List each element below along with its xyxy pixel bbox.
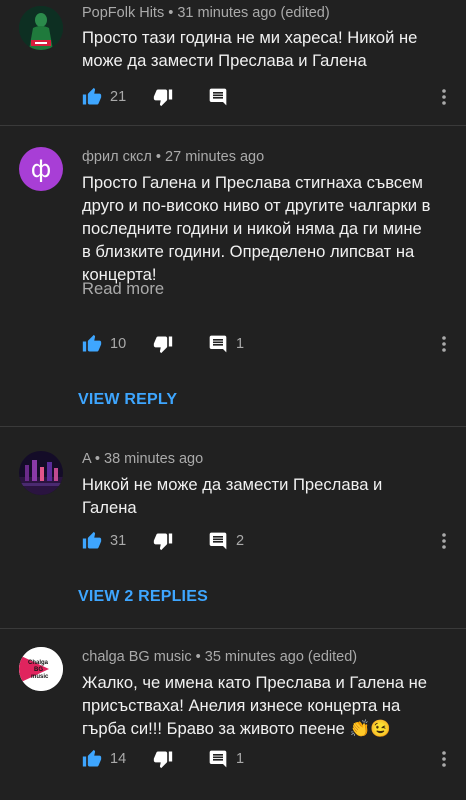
reply-count: 1 (236, 336, 245, 352)
dislike-button[interactable] (153, 332, 173, 356)
like-count: 10 (110, 336, 127, 352)
avatar[interactable]: Chalga BG music (19, 647, 63, 691)
comment-text: Просто тази година не ми хареса! Никой н… (82, 28, 418, 70)
view-replies-button[interactable]: VIEW 2 REPLIES (78, 588, 208, 606)
thumb-up-icon (82, 87, 102, 107)
thumb-down-icon (153, 334, 173, 354)
comment-text: Жалко, че имена като Преслава и Галена н… (82, 673, 427, 738)
comment-meta: A • 38 minutes ago (82, 451, 203, 467)
more-options-button[interactable] (436, 529, 452, 553)
like-button[interactable]: 31 (82, 529, 126, 553)
comment-meta: chalga BG music • 35 minutes ago (edited… (82, 649, 357, 665)
avatar[interactable] (19, 451, 63, 495)
author-name[interactable]: chalga BG music (82, 649, 192, 665)
dislike-button[interactable] (153, 85, 173, 109)
like-button[interactable]: 21 (82, 85, 126, 109)
comment-meta: PopFolk Hits • 31 minutes ago (edited) (82, 5, 330, 21)
more-vert-icon (436, 531, 452, 551)
thumb-down-icon (153, 749, 173, 769)
reply-button[interactable]: 2 (208, 529, 244, 553)
more-vert-icon (436, 87, 452, 107)
reply-button[interactable] (208, 85, 236, 109)
like-count: 31 (110, 533, 127, 549)
author-name[interactable]: фрил скcл (82, 149, 152, 165)
comment-icon (208, 531, 228, 551)
comment-icon (208, 749, 228, 769)
avatar[interactable]: ф (19, 147, 63, 191)
author-name[interactable]: PopFolk Hits (82, 5, 164, 21)
author-name[interactable]: A (82, 451, 91, 467)
comment-thread: PopFolk Hits • 31 minutes ago (edited) П… (0, 0, 466, 125)
like-button[interactable]: 14 (82, 747, 126, 771)
meta-separator: • (191, 649, 205, 665)
comment-thread: A • 38 minutes ago Никой не може да заме… (0, 427, 466, 627)
more-options-button[interactable] (436, 747, 452, 771)
view-replies-button[interactable]: VIEW REPLY (78, 391, 177, 409)
comment-time: 31 minutes ago (edited) (177, 5, 330, 21)
more-options-button[interactable] (436, 332, 452, 356)
comment-actions: 14 1 (0, 747, 466, 771)
reply-count: 2 (236, 533, 245, 549)
comment-meta: фрил скcл • 27 minutes ago (82, 149, 264, 165)
thumb-up-icon (82, 334, 102, 354)
meta-separator: • (164, 5, 178, 21)
reply-button[interactable]: 1 (208, 332, 244, 356)
comment-actions: 31 2 (0, 529, 466, 553)
comment-thread: ф фрил скcл • 27 minutes ago Просто Гале… (0, 126, 466, 425)
dislike-button[interactable] (153, 529, 173, 553)
comment-time: 35 minutes ago (edited) (204, 649, 358, 665)
reply-button[interactable]: 1 (208, 747, 244, 771)
comment-text: Просто Галена и Преслава стигнаха съвсем… (82, 173, 431, 284)
like-count: 14 (110, 751, 127, 767)
comment-thread: Chalga BG music chalga BG music • 35 min… (0, 629, 466, 800)
thumb-up-icon (82, 531, 102, 551)
svg-text:Chalga: Chalga (28, 660, 49, 666)
comment-actions: 21 (0, 85, 466, 109)
like-button[interactable]: 10 (82, 332, 126, 356)
avatar[interactable] (19, 6, 63, 50)
avatar-letter: ф (30, 155, 52, 183)
more-vert-icon (436, 749, 452, 769)
more-vert-icon (436, 334, 452, 354)
comment-icon (208, 87, 228, 107)
read-more-link[interactable]: Read more (82, 279, 164, 299)
thumb-down-icon (153, 531, 173, 551)
svg-text:BG: BG (34, 667, 43, 673)
meta-separator: • (151, 149, 166, 165)
thumb-up-icon (82, 749, 102, 769)
comment-time: 27 minutes ago (165, 149, 265, 165)
svg-text:music: music (31, 674, 49, 680)
thumb-down-icon (153, 87, 173, 107)
dislike-button[interactable] (153, 747, 173, 771)
comment-time: 38 minutes ago (104, 451, 204, 467)
comment-text: Никой не може да замести Преслава и Гале… (82, 475, 383, 517)
like-count: 21 (110, 89, 127, 105)
comment-actions: 10 1 (0, 332, 466, 356)
reply-count: 1 (236, 751, 245, 767)
comment-icon (208, 334, 228, 354)
meta-separator: • (90, 451, 105, 467)
more-options-button[interactable] (436, 85, 452, 109)
